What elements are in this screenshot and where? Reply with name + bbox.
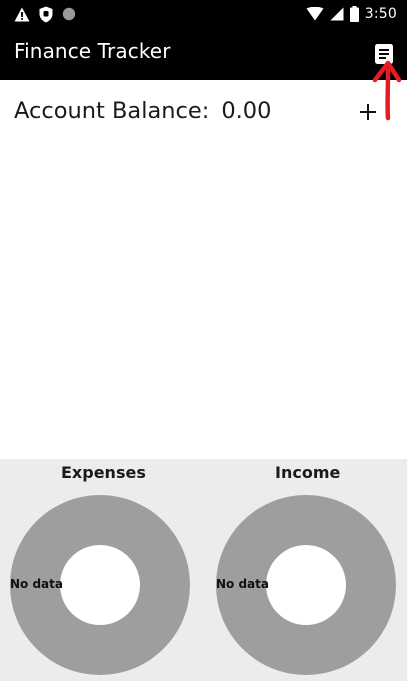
account-balance: Account Balance: 0.00 bbox=[14, 98, 271, 124]
status-bar-notifications bbox=[14, 5, 76, 23]
charts-panel: Expenses Income No data No data bbox=[0, 459, 407, 681]
income-no-data-label: No data bbox=[216, 577, 269, 591]
expenses-no-data-label: No data bbox=[10, 577, 63, 591]
wifi-icon bbox=[306, 7, 324, 21]
signal-icon bbox=[330, 7, 344, 21]
status-bar: 3:50 bbox=[0, 0, 407, 28]
warning-icon bbox=[14, 7, 30, 21]
annotation-arrow-icon bbox=[372, 60, 402, 121]
status-bar-system: 3:50 bbox=[306, 4, 397, 24]
record-dot-icon bbox=[62, 7, 76, 21]
expenses-chart-title: Expenses bbox=[61, 463, 146, 482]
status-time: 3:50 bbox=[364, 6, 397, 22]
balance-label: Account Balance: bbox=[14, 98, 210, 124]
income-donut-hole bbox=[266, 545, 346, 625]
app-bar: Finance Tracker bbox=[0, 28, 407, 80]
app-title: Finance Tracker bbox=[14, 39, 171, 63]
balance-value: 0.00 bbox=[221, 98, 272, 124]
battery-icon bbox=[349, 6, 359, 22]
shield-icon bbox=[39, 6, 53, 22]
expenses-donut-hole bbox=[60, 545, 140, 625]
income-chart-title: Income bbox=[275, 463, 341, 482]
